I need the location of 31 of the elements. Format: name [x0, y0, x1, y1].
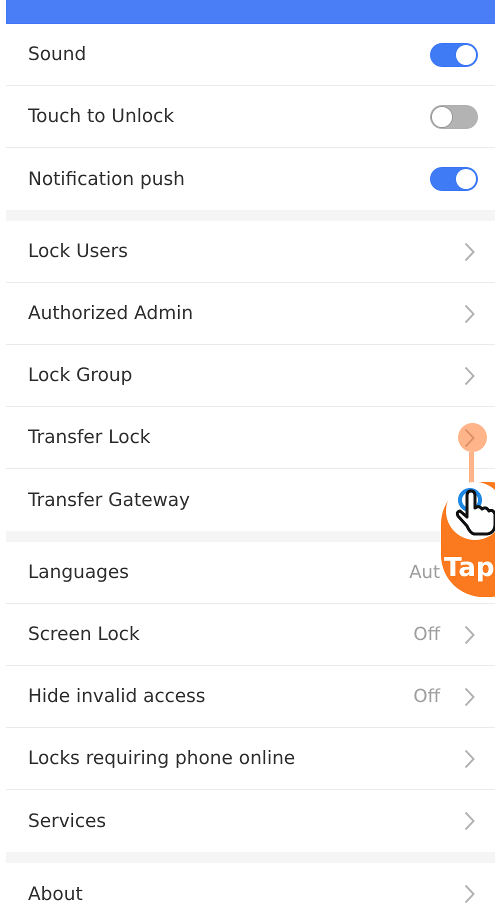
setting-value: Off	[413, 624, 440, 645]
setting-label: Transfer Gateway	[28, 490, 191, 510]
setting-label: Touch to Unlock	[28, 106, 176, 127]
toggle-switch[interactable]	[430, 42, 478, 66]
chevron-icon	[464, 242, 475, 262]
tap-hint-label: Tap	[444, 553, 495, 583]
setting-label: Lock Group	[28, 365, 134, 386]
chevron-icon	[464, 366, 475, 386]
setting-label: About	[28, 884, 84, 903]
chevron-icon	[464, 428, 475, 448]
chevron-icon	[464, 304, 475, 324]
tap-target-marker	[458, 423, 487, 452]
setting-label: Locks requiring phone online	[28, 748, 296, 769]
setting-label: Lock Users	[28, 241, 129, 262]
setting-label: Notification push	[28, 168, 186, 190]
chevron-icon	[464, 686, 475, 706]
setting-label: Transfer Lock	[28, 427, 152, 448]
setting-label: Authorized Admin	[28, 303, 194, 324]
toggle-switch[interactable]	[430, 167, 478, 191]
chevron-icon	[464, 811, 475, 831]
setting-label: Languages	[28, 562, 130, 583]
setting-label: Services	[28, 810, 108, 832]
setting-value: Aut	[409, 562, 440, 583]
setting-label: Sound	[28, 44, 88, 65]
setting-label: Hide invalid access	[28, 686, 206, 707]
setting-label: Screen Lock	[28, 624, 141, 645]
chevron-icon	[464, 884, 475, 903]
chevron-icon	[464, 748, 475, 768]
setting-value: Off	[413, 686, 440, 707]
toggle-switch[interactable]	[430, 104, 478, 128]
chevron-icon	[464, 624, 475, 644]
